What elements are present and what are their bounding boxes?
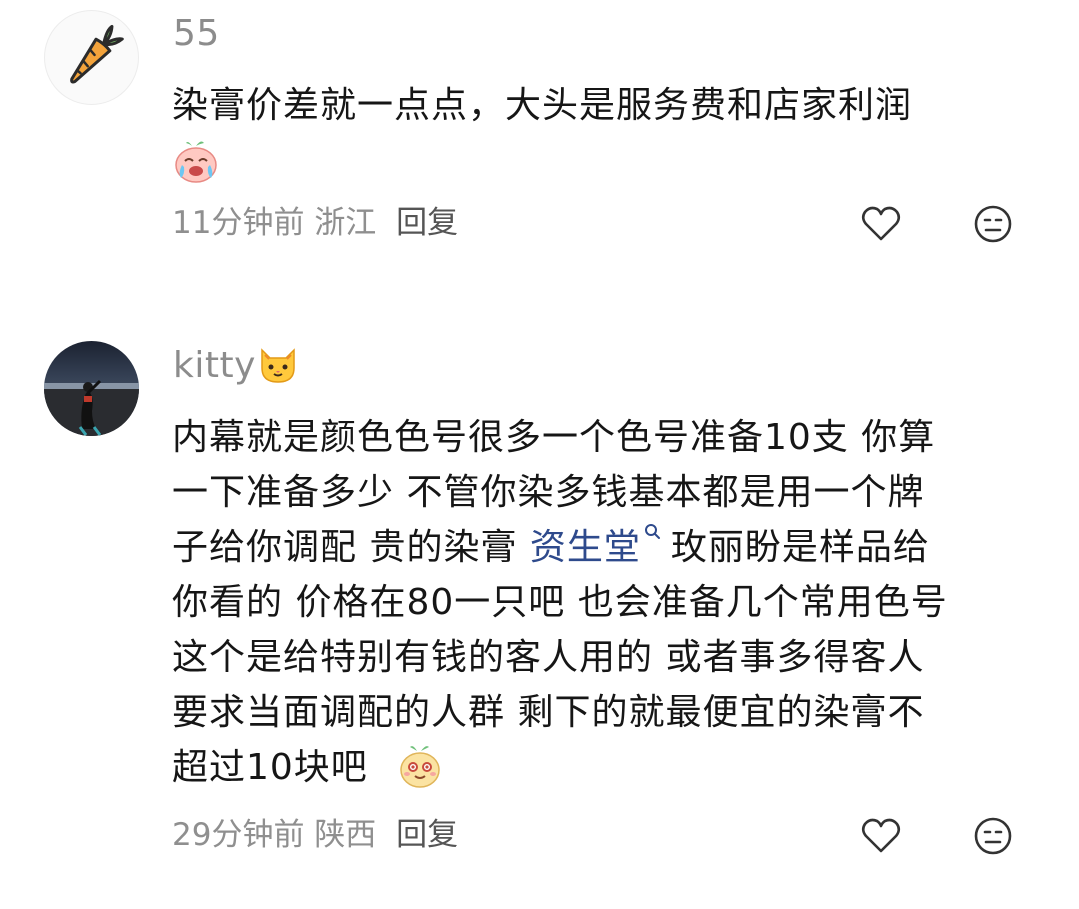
comment-text-line: 子给你调配 贵的染膏 [172, 527, 530, 568]
comment-text-line: 玫丽盼是样品给 [670, 527, 930, 568]
meh-face-icon[interactable] [971, 202, 1015, 246]
username[interactable]: 55 [173, 14, 220, 54]
comment-item: kitty 内幕就是颜色色号很多一个色号准备10支 你算 一下准备多少 不管你染… [0, 330, 1079, 909]
carrot-icon [70, 24, 124, 84]
comment-location: 浙江 [314, 205, 377, 241]
comment-item: 55 染膏价差就一点点，大头是服务费和店家利润 11分钟前 浙江 回复 [0, 0, 1079, 280]
comment-text-line: 染膏价差就一点点，大头是服务费和店家利润 [172, 85, 913, 126]
crying-peach-emoji [175, 141, 217, 183]
heart-icon[interactable] [859, 814, 903, 858]
reply-button[interactable]: 回复 [396, 817, 458, 853]
cat-face-emoji [261, 348, 295, 383]
comment-text: 染膏价差就一点点，大头是服务费和店家利润 [172, 78, 1042, 201]
meh-face-icon[interactable] [971, 814, 1015, 858]
comment-text-line: 超过10块吧 [172, 747, 381, 788]
person-photo-avatar [44, 341, 139, 436]
search-link[interactable]: 资生堂 [530, 527, 641, 568]
reply-button[interactable]: 回复 [396, 205, 458, 241]
username-text: kitty [173, 345, 256, 386]
comment-time: 11分钟前 [172, 205, 305, 241]
smiling-peach-emoji [400, 746, 441, 788]
comment-location: 陕西 [314, 817, 377, 853]
avatar[interactable] [44, 10, 139, 105]
comment-text-line: 要求当面调配的人群 剩下的就最便宜的染膏不 [172, 692, 925, 733]
comment-meta: 11分钟前 浙江 回复 [172, 203, 458, 243]
comment-meta: 29分钟前 陕西 回复 [172, 815, 458, 855]
comment-text-line: 这个是给特别有钱的客人用的 或者事多得客人 [172, 637, 925, 678]
avatar[interactable] [44, 341, 139, 436]
comment-text-line: 你看的 价格在80一只吧 也会准备几个常用色号 [172, 582, 948, 623]
comment-text-line: 一下准备多少 不管你染多钱基本都是用一个牌 [172, 472, 925, 513]
comment-text: 内幕就是颜色色号很多一个色号准备10支 你算 一下准备多少 不管你染多钱基本都是… [172, 410, 1042, 795]
search-icon[interactable] [643, 522, 663, 542]
username[interactable]: kitty [173, 346, 300, 386]
heart-icon[interactable] [859, 202, 903, 246]
comment-time: 29分钟前 [172, 817, 305, 853]
comment-text-line: 内幕就是颜色色号很多一个色号准备10支 你算 [172, 417, 936, 458]
